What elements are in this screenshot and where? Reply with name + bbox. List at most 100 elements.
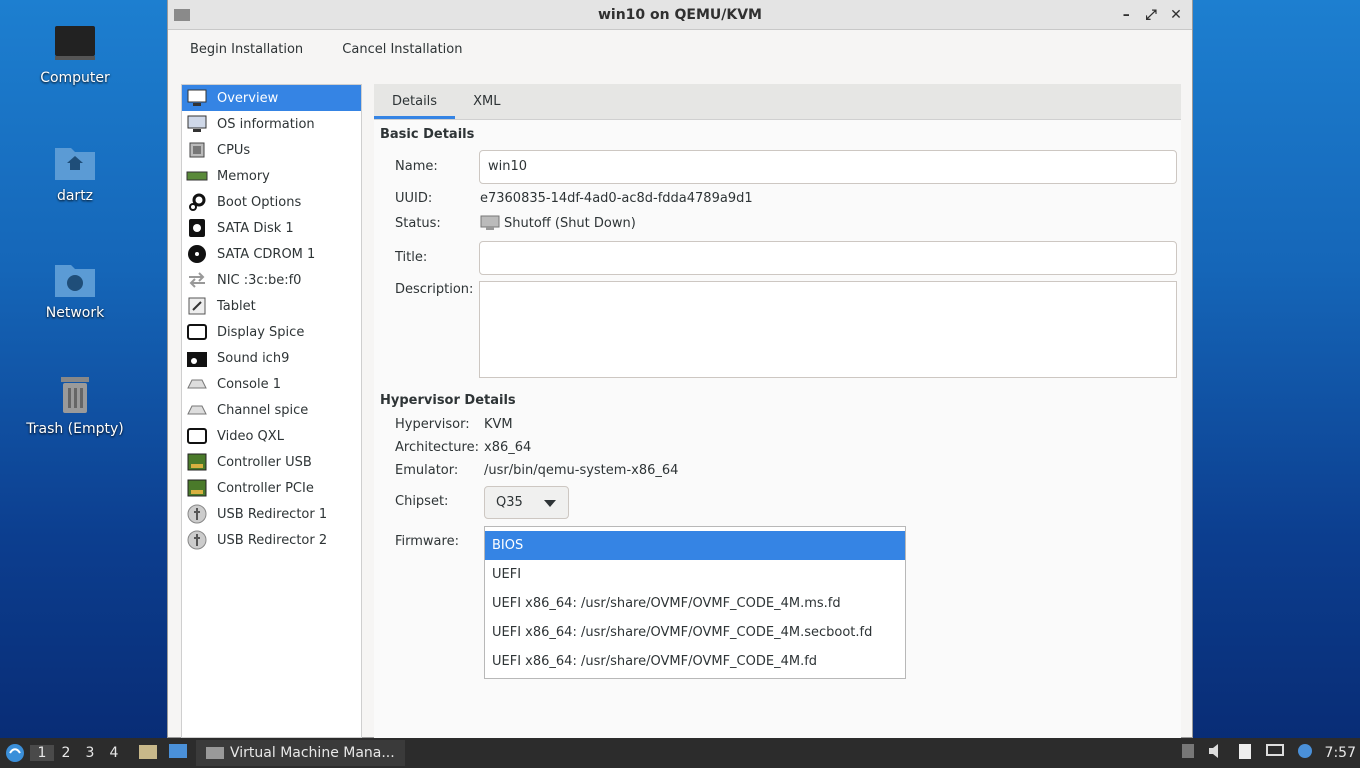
maximize-button[interactable]: ⤢ <box>1141 0 1161 30</box>
cancel-installation-button[interactable]: Cancel Installation <box>342 42 462 57</box>
close-button[interactable]: ✕ <box>1166 0 1186 30</box>
firmware-dropdown-popup[interactable]: BIOS UEFI UEFI x86_64: /usr/share/OVMF/O… <box>484 526 906 679</box>
sidebar-item-label: CPUs <box>217 142 251 158</box>
show-desktop-icon[interactable] <box>168 742 188 764</box>
network-folder-icon <box>53 257 97 301</box>
workspace-4[interactable]: 4 <box>102 745 126 761</box>
network-arrows-icon <box>185 269 209 291</box>
clock[interactable]: 7:57 <box>1325 745 1356 761</box>
sidebar-item-usb-redirector-2[interactable]: USB Redirector 2 <box>182 527 361 553</box>
sidebar-item-label: SATA Disk 1 <box>217 220 294 236</box>
sidebar-item-channel-spice[interactable]: Channel spice <box>182 397 361 423</box>
chevron-down-icon <box>544 500 556 507</box>
name-label: Name: <box>395 159 438 174</box>
chipset-dropdown[interactable]: Q35 <box>484 486 569 519</box>
desktop-network[interactable]: Network <box>20 257 130 321</box>
status-indicator: Shutoff (Shut Down) <box>480 215 636 231</box>
volume-icon[interactable] <box>1207 743 1225 763</box>
hypervisor-label: Hypervisor: <box>395 417 470 432</box>
sidebar-item-sata-cdrom-1[interactable]: SATA CDROM 1 <box>182 241 361 267</box>
sidebar-item-memory[interactable]: Memory <box>182 163 361 189</box>
chipset-label: Chipset: <box>395 494 449 509</box>
workspace-1[interactable]: 1 <box>30 745 54 761</box>
firmware-option-uefi-ms[interactable]: UEFI x86_64: /usr/share/OVMF/OVMF_CODE_4… <box>485 589 905 618</box>
display-icon <box>185 321 209 343</box>
tab-bar: Details XML <box>374 84 1181 120</box>
trash-icon <box>53 373 97 417</box>
gears-icon <box>185 191 209 213</box>
computer-icon <box>53 22 97 66</box>
sidebar-item-label: Console 1 <box>217 376 282 392</box>
notification-icon[interactable] <box>1297 743 1313 763</box>
clipboard-icon[interactable] <box>1237 742 1253 764</box>
hypervisor-value: KVM <box>484 417 513 432</box>
uuid-value: e7360835-14df-4ad0-ac8d-fdda4789a9d1 <box>480 191 753 206</box>
desktop-trash[interactable]: Trash (Empty) <box>20 373 130 437</box>
workspace-3[interactable]: 3 <box>78 745 102 761</box>
sidebar-item-label: Sound ich9 <box>217 350 290 366</box>
title-bar[interactable]: win10 on QEMU/KVM – ⤢ ✕ <box>168 0 1192 30</box>
sidebar-item-label: Memory <box>217 168 270 184</box>
status-label: Status: <box>395 216 441 231</box>
name-field[interactable]: win10 <box>479 150 1177 184</box>
firmware-option-bios[interactable]: BIOS <box>485 531 905 560</box>
basic-details-heading: Basic Details <box>380 127 475 142</box>
desktop-icon-label: Network <box>45 305 105 321</box>
system-tray: 7:57 <box>1175 742 1360 764</box>
shutoff-monitor-icon <box>480 215 500 231</box>
sidebar-item-controller-usb[interactable]: Controller USB <box>182 449 361 475</box>
sidebar-item-label: Display Spice <box>217 324 305 340</box>
taskbar-task-virt-manager[interactable]: Virtual Machine Mana... <box>196 740 405 766</box>
tab-details[interactable]: Details <box>374 84 456 119</box>
sidebar-item-label: Tablet <box>217 298 256 314</box>
sidebar-item-sound-ich9[interactable]: Sound ich9 <box>182 345 361 371</box>
hardware-list: Overview OS information CPUs Memory Boot… <box>181 84 362 738</box>
sidebar-item-usb-redirector-1[interactable]: USB Redirector 1 <box>182 501 361 527</box>
description-label: Description: <box>395 282 474 297</box>
desktop-home-folder[interactable]: dartz <box>20 140 130 204</box>
network-icon[interactable] <box>1265 743 1285 763</box>
start-menu-icon[interactable] <box>0 743 30 763</box>
sidebar-item-overview[interactable]: Overview <box>182 85 361 111</box>
firmware-option-uefi[interactable]: UEFI <box>485 560 905 589</box>
sidebar-item-os-information[interactable]: OS information <box>182 111 361 137</box>
sidebar-item-nic[interactable]: NIC :3c:be:f0 <box>182 267 361 293</box>
sidebar-item-label: NIC :3c:be:f0 <box>217 272 302 288</box>
sidebar-item-cpus[interactable]: CPUs <box>182 137 361 163</box>
sidebar-item-console-1[interactable]: Console 1 <box>182 371 361 397</box>
architecture-value: x86_64 <box>484 440 532 455</box>
sidebar-item-label: Controller USB <box>217 454 312 470</box>
minimize-button[interactable]: – <box>1116 0 1136 30</box>
begin-installation-button[interactable]: Begin Installation <box>190 42 303 57</box>
firmware-option-uefi-4m[interactable]: UEFI x86_64: /usr/share/OVMF/OVMF_CODE_4… <box>485 647 905 676</box>
uuid-label: UUID: <box>395 191 433 206</box>
disk-icon <box>185 217 209 239</box>
usb-icon <box>185 529 209 551</box>
firmware-option-uefi-secboot[interactable]: UEFI x86_64: /usr/share/OVMF/OVMF_CODE_4… <box>485 618 905 647</box>
emulator-label: Emulator: <box>395 463 459 478</box>
file-manager-icon[interactable] <box>138 742 158 764</box>
taskbar: 1 2 3 4 Virtual Machine Mana... 7:57 <box>0 738 1360 768</box>
desktop-computer[interactable]: Computer <box>20 22 130 86</box>
workspace-2[interactable]: 2 <box>54 745 78 761</box>
sidebar-item-boot-options[interactable]: Boot Options <box>182 189 361 215</box>
emulator-value: /usr/bin/qemu-system-x86_64 <box>484 463 679 478</box>
sound-icon <box>185 347 209 369</box>
sidebar-item-controller-pcie[interactable]: Controller PCIe <box>182 475 361 501</box>
sidebar-item-display-spice[interactable]: Display Spice <box>182 319 361 345</box>
sidebar-item-video-qxl[interactable]: Video QXL <box>182 423 361 449</box>
sidebar-item-label: Video QXL <box>217 428 284 444</box>
sidebar-item-sata-disk-1[interactable]: SATA Disk 1 <box>182 215 361 241</box>
video-icon <box>185 425 209 447</box>
updates-icon[interactable] <box>1181 743 1195 763</box>
task-label: Virtual Machine Mana... <box>230 745 395 761</box>
sidebar-item-label: OS information <box>217 116 315 132</box>
description-textarea[interactable] <box>479 281 1177 378</box>
sidebar-item-tablet[interactable]: Tablet <box>182 293 361 319</box>
status-value: Shutoff (Shut Down) <box>504 215 636 231</box>
title-label: Title: <box>395 250 428 265</box>
controller-icon <box>185 477 209 499</box>
title-field[interactable] <box>479 241 1177 275</box>
tab-xml[interactable]: XML <box>455 84 518 119</box>
firmware-label: Firmware: <box>395 534 459 549</box>
